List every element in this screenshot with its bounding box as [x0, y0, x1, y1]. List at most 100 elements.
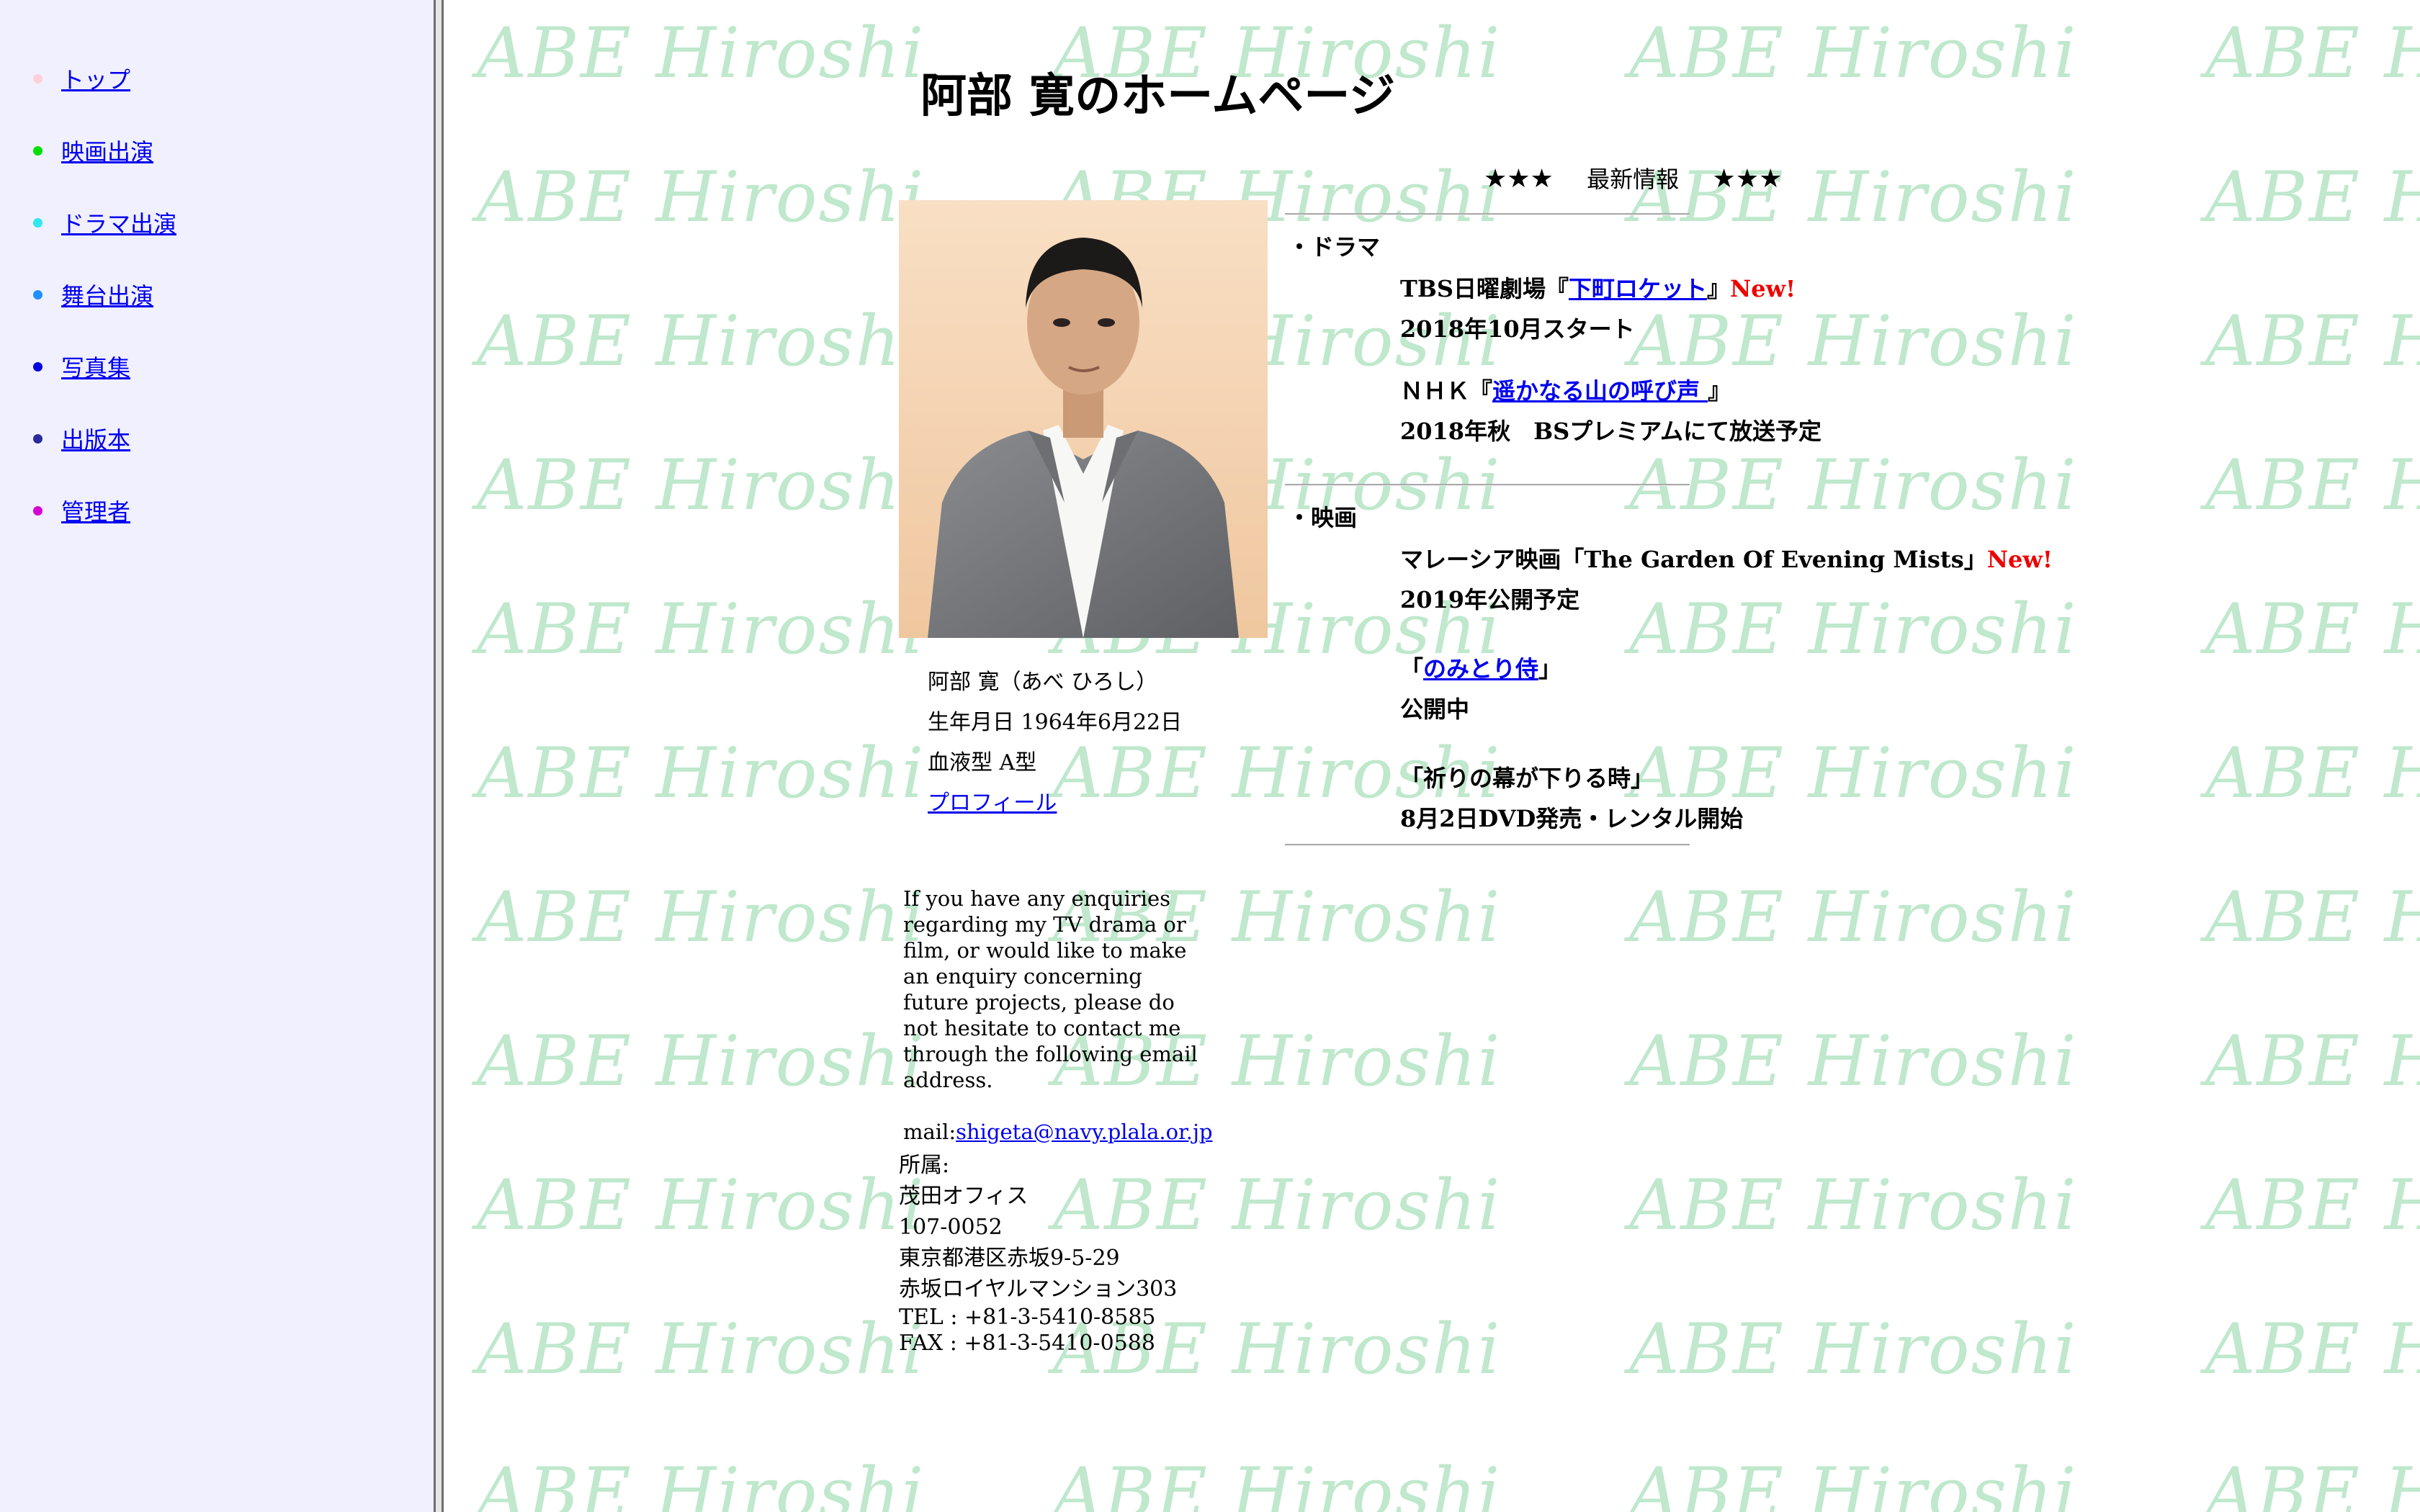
drama-item-2-date: 2018年秋 BSプレミアムにて放送予定 [1400, 418, 1821, 445]
watermark-text: ABE Hiroshi [2205, 301, 2420, 382]
nav-link-top[interactable]: トップ [61, 62, 130, 95]
new-badge: New! [1986, 546, 2053, 573]
watermark-text: ABE Hiroshi [2205, 589, 2420, 670]
building-name: 赤坂ロイヤルマンション303 [899, 1277, 1178, 1302]
mail-link[interactable]: shigeta@navy.plala.or.jp [956, 1120, 1212, 1144]
watermark-text: ABE Hiroshi [1629, 877, 2078, 958]
address-label: 所属: [899, 1153, 950, 1178]
page-title: 阿部 寛のホームページ [920, 69, 1396, 123]
nav-link-dramas[interactable]: ドラマ出演 [61, 206, 176, 239]
watermark-text: ABE Hiroshi [477, 1309, 926, 1390]
nav-link-publications[interactable]: 出版本 [61, 422, 130, 455]
news-heading: ★★★ 最新情報 ★★★ [1484, 161, 1782, 194]
drama-item-1-suffix: 』 [1707, 275, 1731, 302]
watermark-text: ABE Hiroshi [1053, 1453, 1502, 1512]
movie-item-1-date: 2019年公開予定 [1400, 586, 1580, 613]
watermark-text: ABE Hiroshi [1629, 1309, 2078, 1390]
bullet-dot-icon [33, 73, 42, 84]
divider [1285, 484, 1690, 486]
watermark-text: ABE Hiroshi [1629, 1021, 2078, 1102]
watermark-text: ABE Hiroshi [2205, 13, 2420, 94]
nav-link-photobooks[interactable]: 写真集 [61, 350, 130, 383]
news-heading-label: 最新情報 [1587, 166, 1680, 193]
watermark-text: ABE Hiroshi [1629, 445, 2078, 526]
drama-category: ・ドラマ [1288, 233, 1381, 261]
drama-item-2-prefix: ＮＨＫ『 [1400, 377, 1493, 405]
watermark-text: ABE Hiroshi [1629, 13, 2078, 94]
watermark-text: ABE Hiroshi [477, 877, 926, 958]
movie-item-2-link[interactable]: のみとり侍 [1423, 655, 1538, 683]
watermark-text: ABE Hiroshi [477, 1165, 926, 1246]
drama-item-2: ＮＨＫ『遥かなる山の呼び声 』 2018年秋 BSプレミアムにて放送予定 [1400, 373, 1821, 446]
nav-item-top[interactable]: トップ [33, 60, 130, 96]
movie-item-2: 「のみとり侍」 公開中 [1400, 651, 1561, 724]
watermark-text: ABE Hiroshi [2205, 733, 2420, 814]
profile-blood: 血液型 A型 [928, 750, 1037, 775]
movie-item-1-title: マレーシア映画「The Garden Of Evening Mists」 [1400, 546, 1987, 573]
portrait-image [899, 200, 1268, 638]
bullet-dot-icon [33, 145, 42, 156]
nav-item-publications[interactable]: 出版本 [33, 420, 130, 456]
bullet-dot-icon [33, 433, 42, 444]
frame-divider[interactable] [434, 0, 444, 1512]
watermark-text: ABE Hiroshi [1629, 1165, 2078, 1246]
contact-block: If you have any enquiries regarding my T… [903, 886, 1213, 1145]
street-address: 東京都港区赤坂9-5-29 [899, 1246, 1120, 1271]
bullet-dot-icon [33, 505, 42, 516]
watermark-text: ABE Hiroshi [2205, 877, 2420, 958]
nav-link-admin[interactable]: 管理者 [61, 494, 130, 527]
drama-item-1-date: 2018年10月スタート [1400, 315, 1635, 343]
watermark-background: ABE Hiroshi ABE Hiroshi ABE Hiroshi ABE Hir… [444, 0, 2420, 1512]
movie-item-3-date: 8月2日DVD発売・レンタル開始 [1400, 805, 1744, 832]
mail-line: mail:shigeta@navy.plala.or.jp [903, 1119, 1213, 1145]
watermark-text: ABE Hiroshi [2205, 1021, 2420, 1102]
tel: TEL : +81-3-5410-8585 [899, 1305, 1156, 1330]
nav-link-stage[interactable]: 舞台出演 [61, 278, 153, 311]
movie-item-3: 「祈りの幕が下りる時」 8月2日DVD発売・レンタル開始 [1400, 760, 1743, 834]
profile-name: 阿部 寛（あべ ひろし） [928, 670, 1158, 695]
bullet-dot-icon [33, 361, 42, 372]
drama-item-1: TBS日曜劇場『下町ロケット』New! 2018年10月スタート [1400, 271, 1796, 344]
stars-left: ★★★ [1484, 164, 1554, 194]
bullet-dot-icon [33, 289, 42, 300]
sidebar-nav: トップ 映画出演 ドラマ出演 舞台出演 写真集 出版本 管理者 [0, 0, 434, 1512]
drama-item-1-prefix: TBS日曜劇場『 [1400, 275, 1569, 302]
bullet-dot-icon [33, 217, 42, 228]
movie-item-2-status: 公開中 [1400, 696, 1470, 723]
watermark-text: ABE Hiroshi [477, 445, 926, 526]
watermark-text: ABE Hiroshi [2205, 1309, 2420, 1390]
watermark-text: ABE Hiroshi [2205, 157, 2420, 238]
fax: FAX : +81-3-5410-0588 [899, 1331, 1155, 1356]
new-badge: New! [1730, 275, 1796, 302]
nav-link-movies[interactable]: 映画出演 [61, 134, 153, 167]
profile-link[interactable]: プロフィール [928, 791, 1057, 816]
watermark-text: ABE Hiroshi [477, 1453, 926, 1512]
nav-item-movies[interactable]: 映画出演 [33, 132, 153, 168]
watermark-text: ABE Hiroshi [477, 13, 926, 94]
watermark-text: ABE Hiroshi [477, 1021, 926, 1102]
divider [1285, 844, 1690, 846]
postal-code: 107-0052 [899, 1215, 1003, 1240]
watermark-text: ABE Hiroshi [1629, 1453, 2078, 1512]
divider [1285, 213, 1690, 215]
mail-label: mail: [903, 1120, 956, 1144]
nav-item-admin[interactable]: 管理者 [33, 492, 130, 528]
nav-item-dramas[interactable]: ドラマ出演 [33, 204, 176, 240]
movie-item-1: マレーシア映画「The Garden Of Evening Mists」New!… [1400, 541, 2053, 615]
office-name: 茂田オフィス [899, 1184, 1028, 1209]
stars-right: ★★★ [1712, 164, 1783, 194]
drama-item-2-link[interactable]: 遥かなる山の呼び声 [1492, 377, 1708, 405]
watermark-text: ABE Hiroshi [2205, 1165, 2420, 1246]
nav-item-photobooks[interactable]: 写真集 [33, 348, 130, 384]
main-content: ABE Hiroshi ABE Hiroshi ABE Hiroshi ABE Hir… [444, 0, 2420, 1512]
watermark-text: ABE Hiroshi [2205, 445, 2420, 526]
nav-item-stage[interactable]: 舞台出演 [33, 276, 153, 312]
movie-item-2-suffix: 」 [1538, 655, 1562, 683]
watermark-text: ABE Hiroshi [477, 157, 926, 238]
drama-item-1-link[interactable]: 下町ロケット [1569, 275, 1707, 302]
movie-category: ・映画 [1288, 504, 1358, 531]
watermark-text: ABE Hiroshi [477, 301, 926, 382]
watermark-text: ABE Hiroshi [477, 589, 926, 670]
watermark-text: ABE Hiroshi [2205, 1453, 2420, 1512]
profile-birth: 生年月日 1964年6月22日 [928, 710, 1183, 735]
